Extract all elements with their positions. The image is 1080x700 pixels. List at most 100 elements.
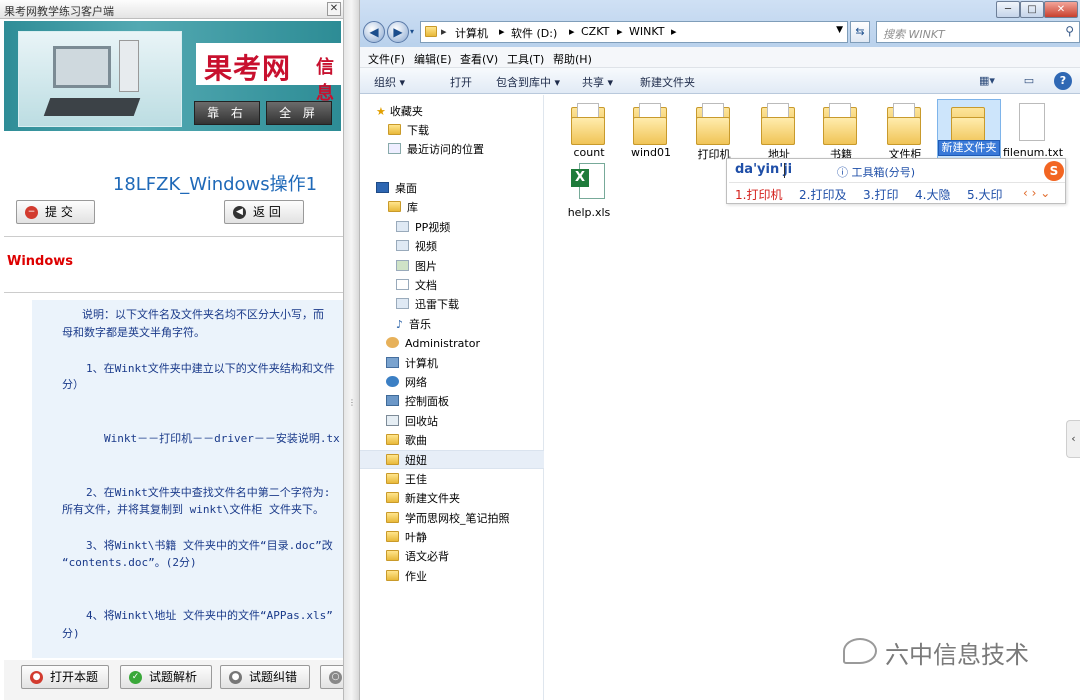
breadcrumb-separator-icon[interactable]: ▸ [499, 25, 505, 38]
history-dropdown-icon[interactable]: ▾ [410, 27, 414, 36]
nav-folder-homework[interactable]: 作业 [386, 568, 427, 586]
fullscreen-button[interactable]: 全 屏 [266, 101, 332, 125]
folder-item-address[interactable]: 地址 [747, 99, 811, 161]
question-line: 4、将Winkt\地址 文件夹中的文件“APPas.xls” [86, 609, 333, 622]
network-icon [386, 376, 399, 387]
breadcrumb-computer[interactable]: 计算机 [455, 25, 488, 41]
file-item-filenum[interactable]: filenum.txt [1001, 99, 1065, 161]
ime-candidate-2[interactable]: 2.打印及 [799, 186, 846, 203]
forward-arrow-icon[interactable]: ▶ [387, 21, 409, 43]
breadcrumb-winkt[interactable]: WINKT [629, 25, 664, 38]
breadcrumb-drive[interactable]: 软件 (D:) [511, 25, 557, 41]
breadcrumb-czkt[interactable]: CZKT [581, 25, 609, 38]
ime-candidate-5[interactable]: 5.大印 [967, 186, 1002, 203]
ime-toolbox[interactable]: ⓘ 工具箱(分号) [837, 164, 915, 180]
folder-item-count[interactable]: count [557, 99, 621, 161]
menu-tools[interactable]: 工具(T) [507, 51, 544, 67]
include-in-library-button[interactable]: 包含到库中 ▾ [496, 74, 560, 90]
refresh-icon[interactable]: ⇆ [850, 21, 870, 43]
nav-music[interactable]: ♪ 音乐 [396, 316, 431, 334]
video-library-icon [396, 221, 409, 232]
nav-downloads[interactable]: 下载 [388, 122, 429, 140]
maximize-button[interactable]: □ [1020, 1, 1044, 18]
back-button[interactable]: ◀ 返 回 [224, 200, 304, 224]
documents-library-icon [396, 279, 409, 290]
search-button[interactable]: ○ [320, 665, 343, 689]
ime-candidate-1[interactable]: 1.打印机 [735, 186, 782, 203]
folder-item-books[interactable]: 书籍 [809, 99, 873, 161]
breadcrumb-separator-icon[interactable]: ▸ [617, 25, 623, 38]
nav-control-panel[interactable]: 控制面板 [386, 393, 449, 411]
nav-recycle-bin[interactable]: 回收站 [386, 413, 438, 431]
breadcrumb-separator-icon[interactable]: ▸ [671, 25, 677, 38]
ime-page-arrows-icon[interactable]: ‹ › ⌄ [1023, 186, 1050, 200]
ime-candidate-3[interactable]: 3.打印 [863, 186, 898, 203]
nav-videos[interactable]: 视频 [396, 238, 437, 256]
nav-recent-places[interactable]: 最近访问的位置 [388, 141, 484, 159]
nav-folder-wangjia[interactable]: 王佳 [386, 471, 427, 489]
nav-folder-new[interactable]: 新建文件夹 [386, 490, 460, 508]
rename-input[interactable]: 新建文件夹 [938, 140, 1000, 156]
nav-network[interactable]: 网络 [386, 374, 427, 392]
computer-illustration [18, 31, 182, 127]
view-options-icon[interactable]: ▦▾ [976, 72, 998, 90]
nav-folder-songs[interactable]: 歌曲 [386, 432, 427, 450]
menu-help[interactable]: 帮助(H) [553, 51, 592, 67]
monitor-icon [53, 46, 111, 88]
folder-icon [761, 103, 795, 145]
menu-file[interactable]: 文件(F) [368, 51, 405, 67]
nav-favorites[interactable]: ★ 收藏夹 [376, 103, 423, 121]
address-bar[interactable]: ▸ 计算机 ▸ 软件 (D:) ▸ CZKT ▸ WINKT ▸ ▼ [420, 21, 848, 43]
open-question-button[interactable]: ● 打开本题 [21, 665, 109, 689]
close-button[interactable]: ✕ [1044, 1, 1078, 18]
open-button[interactable]: 打开 [450, 74, 472, 90]
file-item-help-xls[interactable]: X help.xls [557, 159, 621, 221]
search-input[interactable]: 搜索 WINKT ⚲ [876, 21, 1080, 43]
computer-icon [386, 357, 399, 368]
exam-client-window: 果考网教学练习客户端 ✕ 果考网 信息 靠 右 全 屏 18LFZK_Windo… [0, 0, 343, 700]
share-button[interactable]: 共享 ▾ [582, 74, 613, 90]
menu-edit[interactable]: 编辑(E) [414, 51, 452, 67]
question-line: 说明：以下文件名及文件夹名均不区分大小写，而 [82, 308, 324, 321]
nav-xunlei-downloads[interactable]: 迅雷下载 [396, 296, 459, 314]
organize-button[interactable]: 组织 ▾ [374, 74, 405, 90]
nav-administrator[interactable]: Administrator [386, 335, 480, 353]
nav-libraries[interactable]: 库 [388, 199, 418, 217]
ime-candidate-4[interactable]: 4.大隐 [915, 186, 950, 203]
nav-folder-xueersi[interactable]: 学而思网校_笔记拍照 [386, 510, 510, 528]
submit-button[interactable]: − 提 交 [16, 200, 95, 224]
nav-desktop[interactable]: 桌面 [376, 180, 417, 198]
nav-folder-yejing[interactable]: 叶静 [386, 529, 427, 547]
analysis-button[interactable]: ✓ 试题解析 [120, 665, 212, 689]
menu-view[interactable]: 查看(V) [460, 51, 498, 67]
nav-computer[interactable]: 计算机 [386, 355, 438, 373]
recycle-bin-icon [386, 415, 399, 426]
dock-right-button[interactable]: 靠 右 [194, 101, 260, 125]
help-icon[interactable]: ? [1054, 72, 1072, 90]
new-folder-button[interactable]: 新建文件夹 [640, 74, 695, 90]
exam-window-title: 果考网教学练习客户端 [4, 5, 114, 18]
side-collapse-icon[interactable]: ‹ [1066, 420, 1080, 458]
folder-item-wind01[interactable]: wind01 [619, 99, 683, 161]
back-arrow-icon[interactable]: ◀ [363, 21, 385, 43]
minimize-button[interactable]: ─ [996, 1, 1020, 18]
nav-folder-niuniu[interactable]: 妞妞 [386, 452, 427, 470]
nav-pp-video[interactable]: PP视频 [396, 219, 450, 237]
nav-documents[interactable]: 文档 [396, 277, 437, 295]
preview-pane-icon[interactable]: ▭ [1020, 72, 1038, 90]
breadcrumb-separator-icon[interactable]: ▸ [441, 25, 447, 38]
address-dropdown-icon[interactable]: ▼ [836, 25, 843, 35]
minus-circle-icon: − [25, 206, 38, 219]
nav-folder-chinese[interactable]: 语文必背 [386, 548, 449, 566]
breadcrumb-separator-icon[interactable]: ▸ [569, 25, 575, 38]
report-error-button[interactable]: ● 试题纠错 [220, 665, 310, 689]
splitter[interactable]: ⋮ [343, 0, 360, 700]
folder-item-printer[interactable]: 打印机 [682, 99, 746, 161]
folder-icon [386, 512, 399, 523]
report-icon: ● [229, 671, 242, 684]
close-icon[interactable]: ✕ [327, 2, 341, 16]
folder-item-cabinet[interactable]: 文件柜 [873, 99, 937, 161]
folder-icon [633, 103, 667, 145]
nav-pictures[interactable]: 图片 [396, 258, 437, 276]
watermark: 六中信息技术 [843, 632, 1080, 672]
